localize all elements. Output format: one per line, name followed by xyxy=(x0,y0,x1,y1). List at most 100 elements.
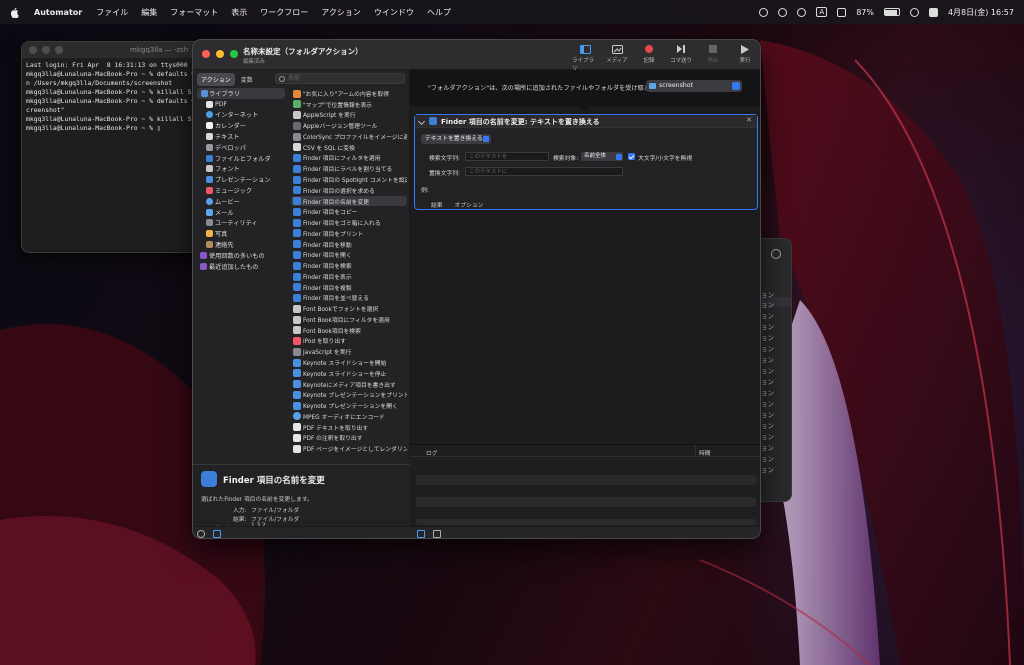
close-button[interactable] xyxy=(29,46,37,54)
category-item[interactable]: PDF xyxy=(197,99,285,110)
media-button[interactable]: メディア xyxy=(604,44,630,72)
menu-edit[interactable]: 編集 xyxy=(141,7,157,18)
rename-action-card[interactable]: Finder 項目の名前を変更: テキストを置き換える ✕ テキストを置き換える… xyxy=(414,114,758,210)
list-item[interactable]: ョン xyxy=(761,310,774,320)
log-pane[interactable]: ログ 時間 xyxy=(410,444,760,526)
menu-help[interactable]: ヘルプ xyxy=(427,7,451,18)
list-item[interactable]: ョン xyxy=(761,332,774,342)
action-item[interactable]: Finder 項目を並べ替える xyxy=(291,293,407,304)
ignore-case-checkbox[interactable] xyxy=(628,153,635,160)
close-button[interactable] xyxy=(202,50,210,58)
log-column-header[interactable]: ログ xyxy=(426,448,438,457)
time-machine-icon[interactable] xyxy=(778,7,788,17)
run-button[interactable]: 実行 xyxy=(732,44,758,72)
variables-toggle-icon[interactable] xyxy=(433,530,441,538)
action-item[interactable]: JavaScript を実行 xyxy=(291,346,407,357)
search-icon[interactable] xyxy=(771,249,781,259)
action-item[interactable]: Finder 項目を表示 xyxy=(291,271,407,282)
terminal-titlebar[interactable]: mkgq3lla — -zsh xyxy=(22,42,220,58)
category-most-used[interactable]: 使用回数の多いもの xyxy=(197,250,285,261)
minimize-button[interactable] xyxy=(216,50,224,58)
category-recent[interactable]: 最近追加したもの xyxy=(197,261,285,272)
action-item[interactable]: Keynote スライドショーを開始 xyxy=(291,357,407,368)
action-item[interactable]: Keynote プレゼンテーションをプリント xyxy=(291,389,407,400)
bluetooth-icon[interactable] xyxy=(759,7,769,17)
category-item[interactable]: 写真 xyxy=(197,228,285,239)
action-item[interactable]: Finder 項目にフィルタを適用 xyxy=(291,153,407,164)
action-item[interactable]: CSV を SQL に変換 xyxy=(291,142,407,153)
disclosure-triangle-icon[interactable] xyxy=(417,117,426,126)
folder-popup[interactable]: screenshot xyxy=(646,80,742,92)
action-item[interactable]: "お気に入り"アームの内容を取得 xyxy=(291,88,407,99)
menu-workflow[interactable]: ワークフロー xyxy=(260,7,308,18)
zoom-button[interactable] xyxy=(230,50,238,58)
target-popup[interactable]: 名前全体 xyxy=(581,152,623,161)
action-item[interactable]: AppleScript を実行 xyxy=(291,110,407,121)
action-item[interactable]: Finder 項目をゴミ箱に入れる xyxy=(291,217,407,228)
category-item[interactable]: ユーティリティ xyxy=(197,218,285,229)
action-item[interactable]: PDF ページをイメージとしてレンダリング xyxy=(291,443,407,454)
category-item[interactable]: テキスト xyxy=(197,131,285,142)
action-item[interactable]: Finder 項目を複製 xyxy=(291,282,407,293)
workflow-area[interactable]: "フォルダアクション"は、次の場所に追加されたファイルやフォルダを受け取る: s… xyxy=(410,70,760,444)
column-divider[interactable] xyxy=(695,445,696,457)
category-item[interactable]: ファイルとフォルダ xyxy=(197,153,285,164)
replace-text-field[interactable]: このテキストに xyxy=(465,167,623,176)
category-item[interactable]: デベロッパ xyxy=(197,142,285,153)
close-icon[interactable]: ✕ xyxy=(746,116,752,124)
menu-action[interactable]: アクション xyxy=(321,7,361,18)
list-item[interactable]: ョン xyxy=(761,453,774,463)
action-card-header[interactable]: Finder 項目の名前を変更: テキストを置き換える ✕ xyxy=(415,115,757,128)
minimize-button[interactable] xyxy=(42,46,50,54)
list-item[interactable]: ョン xyxy=(761,464,774,474)
terminal-output[interactable]: Last login: Fri Apr 8 16:31:13 on ttys00… xyxy=(22,58,220,136)
tab-results[interactable]: 結果 xyxy=(431,203,443,209)
category-item[interactable]: インターネット xyxy=(197,110,285,121)
list-item[interactable]: ョン xyxy=(761,321,774,331)
window-titlebar[interactable]: 名称未設定（フォルダアクション） 編集済み ライブラリ メディア 記録 コマ送り… xyxy=(193,40,760,72)
tab-options[interactable]: オプション xyxy=(454,203,483,209)
list-item[interactable]: ョン xyxy=(761,343,774,353)
category-item[interactable]: ムービー xyxy=(197,196,285,207)
category-library[interactable]: ライブラリ xyxy=(197,88,285,99)
tab-variables[interactable]: 変数 xyxy=(237,73,257,86)
list-item[interactable]: ョン xyxy=(761,420,774,430)
action-item[interactable]: Finder 項目を検索 xyxy=(291,260,407,271)
category-item[interactable]: 連絡先 xyxy=(197,239,285,250)
automator-window[interactable]: 名称未設定（フォルダアクション） 編集済み ライブラリ メディア 記録 コマ送り… xyxy=(192,39,761,539)
action-item[interactable]: Keynoteにメディア項目を書き出す xyxy=(291,379,407,390)
action-item[interactable]: Finder 項目を移動 xyxy=(291,239,407,250)
rename-mode-popup[interactable]: テキストを置き換える xyxy=(421,134,491,144)
find-text-field[interactable]: このテキストを xyxy=(465,152,549,161)
list-item[interactable]: ョン xyxy=(761,409,774,419)
list-item[interactable]: ョン xyxy=(761,431,774,441)
action-search-input[interactable]: 名前 xyxy=(275,73,405,84)
tab-actions[interactable]: アクション xyxy=(197,73,235,86)
action-item[interactable]: iPod を取り出す xyxy=(291,336,407,347)
description-toggle-icon[interactable] xyxy=(213,530,221,538)
action-item[interactable]: Keynote プレゼンテーションを開く xyxy=(291,400,407,411)
list-item[interactable]: ョン xyxy=(761,365,774,375)
action-item[interactable]: Font Book項目を検索 xyxy=(291,325,407,336)
control-center-icon[interactable] xyxy=(928,7,938,17)
zoom-button[interactable] xyxy=(55,46,63,54)
list-item[interactable]: ョン xyxy=(761,299,774,309)
record-button[interactable]: 記録 xyxy=(636,44,662,72)
list-item[interactable]: ョン xyxy=(761,289,774,299)
category-item[interactable]: プレゼンテーション xyxy=(197,174,285,185)
action-item[interactable]: Finder 項目を開く xyxy=(291,249,407,260)
input-source-icon[interactable]: A xyxy=(816,7,828,17)
status-icon[interactable] xyxy=(797,7,807,17)
app-menu[interactable]: Automator xyxy=(34,8,82,17)
category-item[interactable]: カレンダー xyxy=(197,120,285,131)
wifi-icon[interactable] xyxy=(909,7,919,17)
menu-view[interactable]: 表示 xyxy=(231,7,247,18)
action-item[interactable]: Font Book項目にフィルタを適用 xyxy=(291,314,407,325)
list-item[interactable]: ョン xyxy=(761,398,774,408)
display-icon[interactable] xyxy=(837,7,847,17)
action-item[interactable]: PDF テキストを取り出す xyxy=(291,422,407,433)
action-item[interactable]: Finder 項目をプリント xyxy=(291,228,407,239)
action-item[interactable]: PDF の注釈を取り出す xyxy=(291,433,407,444)
terminal-window[interactable]: mkgq3lla — -zsh Last login: Fri Apr 8 16… xyxy=(21,41,221,253)
action-item[interactable]: MPEG オーディオにエンコード xyxy=(291,411,407,422)
